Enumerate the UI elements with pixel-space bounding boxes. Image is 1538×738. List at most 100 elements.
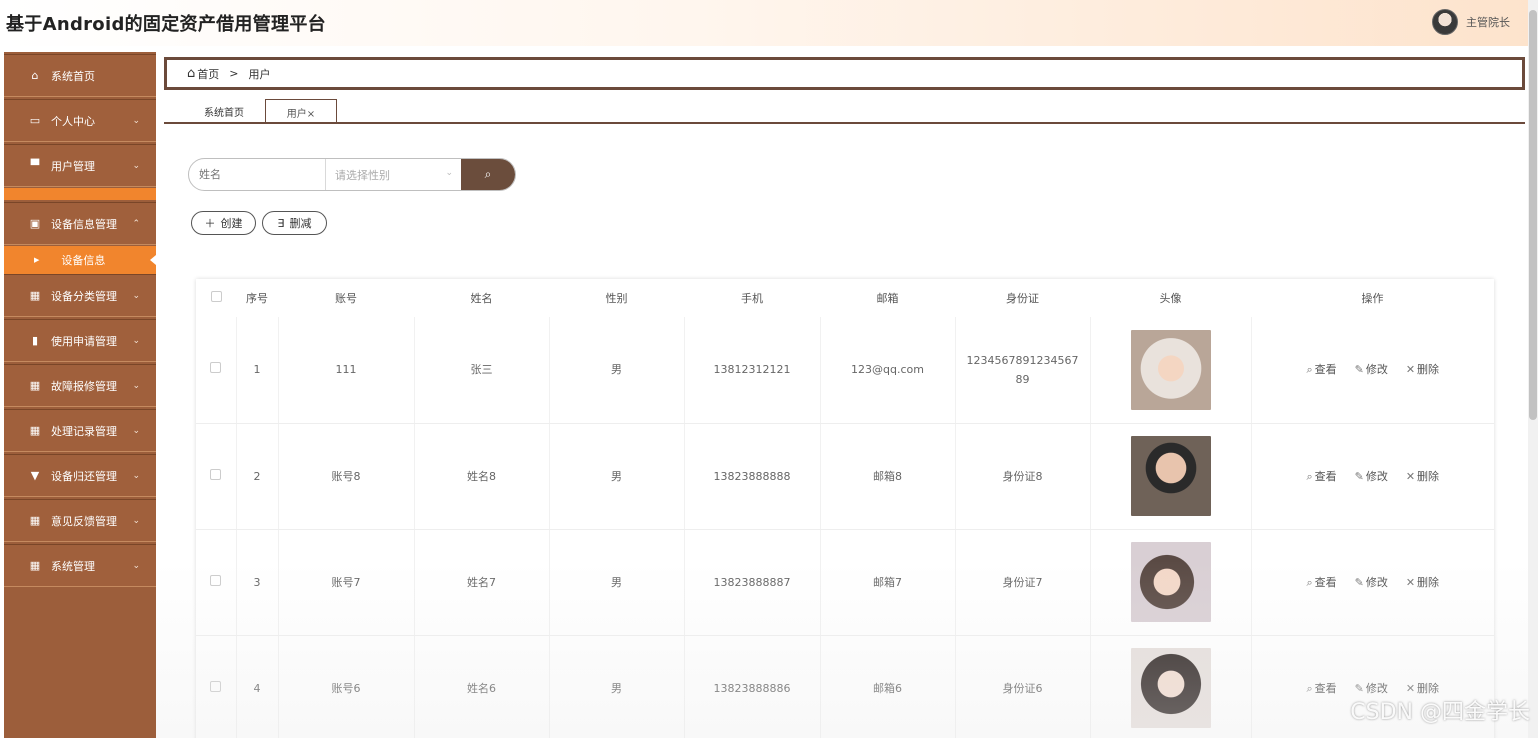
sidebar-item-fault-repair[interactable]: ▦ 故障报修管理 ⌄ [4, 364, 156, 407]
chevron-down-icon: ⌄ [132, 470, 140, 481]
sidebar-item-personal-center[interactable]: ▭ 个人中心 ⌄ [4, 99, 156, 142]
cell-no: 3 [236, 529, 279, 636]
row-checkbox[interactable] [210, 468, 222, 480]
sidebar-item-device-category[interactable]: ▦ 设备分类管理 ⌄ [4, 274, 156, 317]
sidebar-item-user-management[interactable]: ▀ 用户管理 ⌄ [4, 144, 156, 187]
search-bar: 请选择性别 ⌄ ⌕ [188, 158, 516, 191]
search-button[interactable]: ⌕ [461, 159, 515, 190]
cell-phone: 13812312121 [684, 317, 821, 424]
tab-home[interactable]: 系统首页 [186, 99, 262, 123]
create-button[interactable]: ＋ 创建 [191, 211, 256, 235]
tab-user[interactable]: 用户× [265, 99, 337, 124]
active-indicator [4, 188, 156, 200]
gender-select[interactable]: 请选择性别 ⌄ [326, 159, 463, 190]
cell-gender: 男 [549, 423, 685, 530]
cell-email: 邮箱7 [820, 529, 956, 636]
sidebar-item-usage-application[interactable]: ▮ 使用申请管理 ⌄ [4, 319, 156, 362]
breadcrumb: ⌂ 首页 > 用户 [164, 57, 1525, 90]
sidebar-item-label: 用户管理 [51, 159, 95, 173]
row-checkbox[interactable] [210, 574, 222, 586]
sidebar-item-system-management[interactable]: ▦ 系统管理 ⌄ [4, 544, 156, 587]
view-button[interactable]: ⌕ 查看 [1306, 467, 1336, 486]
top-header: 基于Android的固定资产借用管理平台 主管院长 [0, 0, 1538, 46]
user-avatar[interactable] [1432, 9, 1458, 35]
sidebar-item-label: 故障报修管理 [51, 379, 117, 393]
search-icon: ⌕ [1306, 469, 1313, 483]
sidebar-item-label: 使用申请管理 [51, 334, 117, 348]
view-button[interactable]: ⌕ 查看 [1306, 360, 1336, 379]
card-icon: ▭ [29, 114, 41, 127]
cell-gender: 男 [549, 635, 685, 738]
page-scrollbar[interactable] [1528, 0, 1538, 738]
search-icon: ⌕ [1306, 575, 1313, 589]
edit-button[interactable]: ✎ 修改 [1355, 467, 1388, 486]
delete-button[interactable]: ∃ 删减 [262, 211, 327, 235]
column-header: 头像 [1159, 292, 1182, 305]
table-row: 1 111 张三 男 13812312121 123@qq.com 123456… [196, 317, 1494, 424]
select-all-checkbox[interactable] [210, 291, 222, 302]
cell-no: 4 [236, 635, 279, 738]
chevron-down-icon: ⌄ [132, 290, 140, 301]
sidebar-item-device-info-management[interactable]: ▣ 设备信息管理 ⌃ [4, 202, 156, 245]
sidebar-item-feedback[interactable]: ▦ 意见反馈管理 ⌄ [4, 499, 156, 542]
sidebar-item-label: 系统首页 [51, 69, 95, 83]
sidebar-item-home[interactable]: ⌂ 系统首页 [4, 54, 156, 97]
cell-email: 邮箱8 [820, 423, 956, 530]
home-icon[interactable]: ⌂ [187, 66, 195, 81]
chevron-down-icon: ⌄ [132, 115, 140, 126]
close-icon: ✕ [1405, 681, 1416, 695]
sidebar-item-label: 个人中心 [51, 114, 95, 128]
delete-row-button[interactable]: ✕ 删除 [1406, 467, 1439, 486]
create-button-label: 创建 [220, 217, 243, 230]
cell-account: 账号7 [278, 529, 415, 636]
delete-row-button[interactable]: ✕ 删除 [1406, 360, 1439, 379]
scrollbar-thumb[interactable] [1529, 10, 1537, 420]
grid-icon: ▦ [29, 289, 41, 302]
edit-button[interactable]: ✎ 修改 [1355, 573, 1388, 592]
sidebar-item-label: 意见反馈管理 [51, 514, 117, 528]
cell-name: 姓名7 [414, 529, 550, 636]
chevron-down-icon: ⌄ [132, 515, 140, 526]
sidebar-item-device-return[interactable]: ▼ 设备归还管理 ⌄ [4, 454, 156, 497]
cell-id-card: 身份证8 [955, 423, 1091, 530]
delete-icon: ∃ [277, 216, 285, 230]
chevron-down-icon: ⌄ [132, 380, 140, 391]
row-checkbox[interactable] [210, 362, 222, 374]
row-actions: ⌕ 查看 ✎ 修改 ✕ 删除 [1260, 467, 1487, 486]
avatar-photo [1130, 436, 1211, 516]
view-button[interactable]: ⌕ 查看 [1306, 573, 1336, 592]
cell-id-card: 123456789123456789 [955, 317, 1091, 424]
chevron-down-icon: ⌄ [132, 160, 140, 171]
breadcrumb-home[interactable]: 首页 [197, 66, 219, 82]
cell-id-card: 身份证7 [955, 529, 1091, 636]
breadcrumb-current: 用户 [248, 67, 271, 81]
column-header: 手机 [741, 292, 763, 305]
cell-name: 姓名8 [414, 423, 550, 530]
sidebar-subitem-device-info[interactable]: ▶ 设备信息 [4, 246, 156, 274]
sidebar: ⌂ 系统首页 ▭ 个人中心 ⌄ ▀ 用户管理 ⌄ ▣ 设备信息管理 ⌃ ▶ 设备… [4, 52, 156, 738]
cell-name: 张三 [414, 317, 550, 424]
row-checkbox[interactable] [210, 680, 222, 692]
cup-icon: ▼ [30, 469, 40, 482]
close-icon: ✕ [1405, 363, 1416, 377]
user-table: 序号 账号 姓名 性别 手机 邮箱 身份证 头像 操作 1 111 张三 男 1… [196, 279, 1494, 738]
search-icon: ⌕ [1306, 363, 1313, 377]
user-name[interactable]: 主管院长 [1466, 14, 1510, 30]
user-menu[interactable]: 主管院长 [1432, 9, 1510, 35]
edit-button[interactable]: ✎ 修改 [1355, 360, 1388, 379]
name-search-input[interactable] [189, 159, 326, 190]
table-header-row: 序号 账号 姓名 性别 手机 邮箱 身份证 头像 操作 [196, 279, 1494, 317]
grid-icon: ▦ [29, 379, 41, 392]
table-row: 4 账号6 姓名6 男 13823888886 邮箱6 身份证6 ⌕ 查看 ✎ 修改… [196, 635, 1494, 738]
sidebar-item-processing-records[interactable]: ▦ 处理记录管理 ⌄ [4, 409, 156, 452]
column-header: 账号 [335, 292, 357, 305]
cell-name: 姓名6 [414, 635, 550, 738]
cell-no: 2 [236, 423, 279, 530]
close-icon: ✕ [1405, 469, 1416, 483]
view-button[interactable]: ⌕ 查看 [1306, 679, 1336, 698]
bar-chart-icon: ▮ [31, 334, 39, 347]
cell-phone: 13823888888 [684, 423, 821, 530]
delete-row-button[interactable]: ✕ 删除 [1406, 573, 1439, 592]
pencil-icon: ✎ [1354, 681, 1364, 695]
chevron-down-icon: ⌄ [132, 335, 140, 346]
